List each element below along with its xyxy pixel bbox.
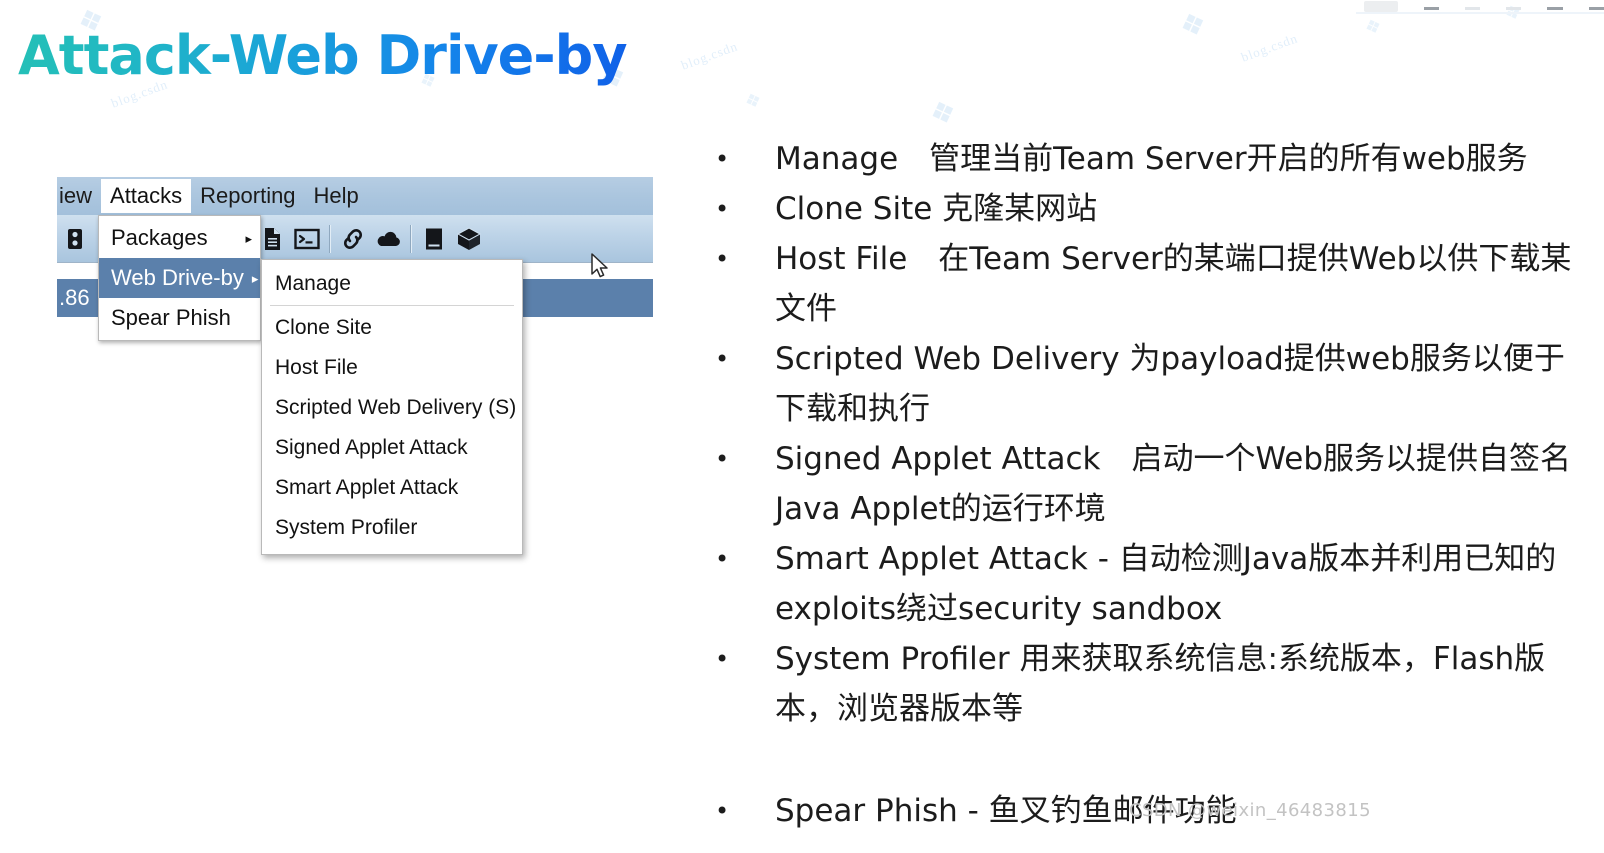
menu-item-packages[interactable]: Packages ▸ [99,218,260,258]
watermark-logo: ❖ [1175,5,1212,46]
menu-item-view[interactable]: iew [57,179,101,214]
strip-tick [1588,7,1604,10]
web-drive-by-submenu: Manage Clone Site Host File Scripted Web… [261,259,523,555]
mouse-cursor-icon [591,253,611,286]
list-item-text: System Profiler 用来获取系统信息:系统版本，Flash版本，浏览… [775,641,1546,727]
table-cell-host: .86 [59,285,90,310]
watermark-logo: ❖ [925,93,962,134]
menu-item-help[interactable]: Help [305,179,368,214]
chevron-right-icon: ▸ [245,230,252,246]
bullet-marker: • [715,145,730,173]
list-item: • Signed Applet Attack 启动一个Web服务以提供自签名Ja… [715,434,1595,534]
cloud-icon[interactable] [373,224,403,254]
hosts-icon[interactable] [60,224,90,254]
list-item-text: Host File 在Team Server的某端口提供Web以供下载某文件 [775,241,1572,327]
list-item-text: Manage 管理当前Team Server开启的所有web服务 [775,141,1528,177]
strip-tick [1506,7,1522,10]
book-icon[interactable] [419,224,449,254]
submenu-item-manage[interactable]: Manage [262,264,522,304]
csdn-watermark: CSDN @weixin_46483815 [1129,800,1371,821]
submenu-item-clone-site[interactable]: Clone Site [262,308,522,348]
attacks-dropdown-menu: Packages ▸ Web Drive-by ▸ Spear Phish [98,215,261,341]
list-item-text: Scripted Web Delivery 为payload提供web服务以便于… [775,341,1565,427]
list-item: • Manage 管理当前Team Server开启的所有web服务 [715,134,1595,184]
bullet-marker: • [715,345,730,373]
menu-item-spear-phish-label: Spear Phish [111,305,231,330]
list-item: • Host File 在Team Server的某端口提供Web以供下载某文件 [715,234,1595,334]
list-item: • Smart Applet Attack - 自动检测Java版本并利用已知的… [715,534,1595,634]
list-item: • Scripted Web Delivery 为payload提供web服务以… [715,334,1595,434]
watermark-logo: ❖ [741,88,766,115]
menu-item-web-drive-by-label: Web Drive-by [111,265,244,290]
watermark-text: blog.csdn [679,38,740,73]
strip-chip [1364,1,1398,12]
strip-tick [1423,7,1439,10]
bullet-marker: • [715,445,730,473]
menu-item-web-drive-by[interactable]: Web Drive-by ▸ [99,258,260,298]
submenu-item-scripted-web-delivery[interactable]: Scripted Web Delivery (S) [262,388,522,428]
bullet-marker: • [715,645,730,673]
bullet-marker: • [715,195,730,223]
bullet-marker: • [715,797,730,825]
list-item: • Clone Site 克隆某网站 [715,184,1595,234]
strip-tick [1547,7,1563,10]
submenu-item-host-file[interactable]: Host File [262,348,522,388]
menu-item-attacks[interactable]: Attacks [101,178,192,214]
chevron-right-icon: ▸ [251,270,259,286]
list-item-text: Clone Site 克隆某网站 [775,191,1098,227]
menu-item-spear-phish[interactable]: Spear Phish [99,298,260,338]
toolbar-separator [410,224,412,253]
bullet-marker: • [715,545,730,573]
list-item-text: Smart Applet Attack - 自动检测Java版本并利用已知的ex… [775,541,1557,627]
watermark-logo: ❖ [1361,14,1386,41]
document-icon[interactable] [257,224,287,254]
terminal-icon[interactable] [292,224,322,254]
submenu-item-smart-applet-attack[interactable]: Smart Applet Attack [262,468,522,508]
submenu-item-system-profiler[interactable]: System Profiler [262,508,522,548]
app-screenshot: iew Attacks Reporting Help .86 Packages … [57,177,653,555]
page-title: Attack-Web Drive-by [18,24,628,87]
bullet-list: • Manage 管理当前Team Server开启的所有web服务 • Clo… [715,134,1595,836]
toolbar-separator [329,224,331,253]
partial-toolbar-strip [1356,0,1604,14]
list-item: • System Profiler 用来获取系统信息:系统版本，Flash版本，… [715,634,1595,734]
menu-item-reporting[interactable]: Reporting [191,179,304,214]
submenu-item-signed-applet-attack[interactable]: Signed Applet Attack [262,428,522,468]
list-item-text: Signed Applet Attack 启动一个Web服务以提供自签名Java… [775,441,1572,527]
watermark-text: blog.csdn [1239,30,1300,65]
bullet-marker: • [715,245,730,273]
cube-icon[interactable] [454,224,484,254]
strip-tick [1464,7,1481,10]
link-icon[interactable] [338,224,368,254]
submenu-divider [270,305,514,306]
menu-bar: iew Attacks Reporting Help [57,177,653,215]
menu-item-packages-label: Packages [111,225,208,250]
